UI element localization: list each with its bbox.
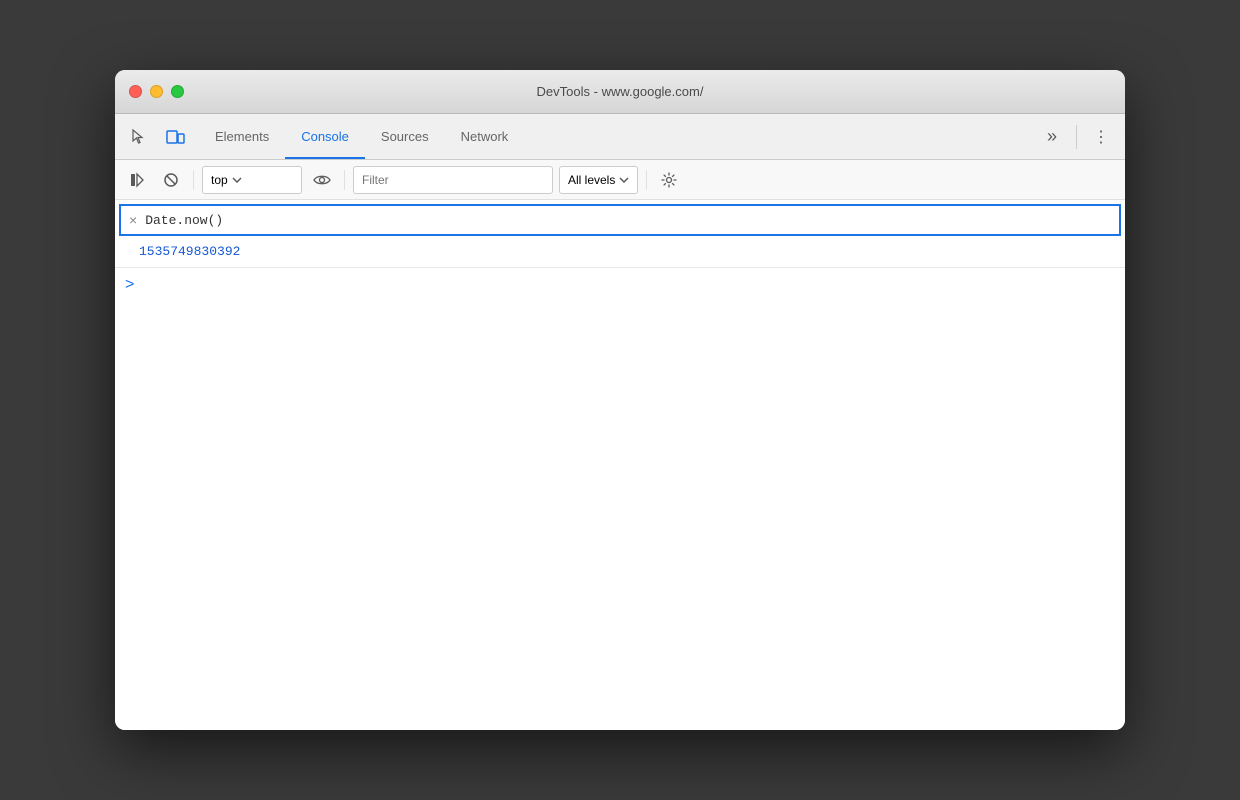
command-entry: × Date.now() 1535749830392: [115, 200, 1125, 268]
command-result-row: 1535749830392: [115, 240, 1125, 267]
console-input[interactable]: [140, 278, 1115, 293]
toolbar-icons: [123, 121, 191, 153]
clear-console-button[interactable]: [157, 166, 185, 194]
command-close-button[interactable]: ×: [129, 212, 137, 228]
inspect-element-button[interactable]: [123, 121, 155, 153]
gear-icon: [661, 172, 677, 188]
toolbar-separator-1: [193, 170, 194, 190]
traffic-lights: [129, 85, 184, 98]
prompt-row: >: [115, 268, 1125, 302]
command-text: Date.now(): [145, 213, 1111, 228]
tab-toolbar: Elements Console Sources Network » ⋮: [115, 114, 1125, 160]
command-result-value: 1535749830392: [139, 244, 240, 259]
tab-list: Elements Console Sources Network: [199, 114, 1036, 159]
play-icon: [129, 172, 145, 188]
toolbar-right: » ⋮: [1036, 121, 1117, 153]
dropdown-arrow-icon: [232, 177, 242, 183]
tab-sources[interactable]: Sources: [365, 114, 445, 159]
tab-console[interactable]: Console: [285, 114, 365, 159]
eye-icon: [313, 174, 331, 186]
settings-button[interactable]: [655, 166, 683, 194]
tab-network[interactable]: Network: [445, 114, 525, 159]
toolbar-separator-3: [646, 170, 647, 190]
prompt-chevron: >: [125, 276, 134, 294]
command-input-row[interactable]: × Date.now(): [119, 204, 1121, 236]
close-button[interactable]: [129, 85, 142, 98]
log-level-arrow-icon: [619, 177, 629, 183]
kebab-menu-button[interactable]: ⋮: [1085, 121, 1117, 153]
toolbar-divider: [1076, 125, 1077, 149]
toolbar-separator-2: [344, 170, 345, 190]
block-icon: [163, 172, 179, 188]
title-bar: DevTools - www.google.com/: [115, 70, 1125, 114]
maximize-button[interactable]: [171, 85, 184, 98]
console-main: × Date.now() 1535749830392 >: [115, 200, 1125, 730]
console-toolbar: top All levels: [115, 160, 1125, 200]
filter-input[interactable]: [353, 166, 553, 194]
devtools-window: DevTools - www.google.com/ Elements: [115, 70, 1125, 730]
device-icon: [165, 128, 185, 146]
execute-script-button[interactable]: [123, 166, 151, 194]
window-title: DevTools - www.google.com/: [537, 84, 704, 99]
context-selector[interactable]: top: [202, 166, 302, 194]
device-toolbar-button[interactable]: [159, 121, 191, 153]
cursor-icon: [130, 128, 148, 146]
minimize-button[interactable]: [150, 85, 163, 98]
more-tabs-button[interactable]: »: [1036, 121, 1068, 153]
log-level-selector[interactable]: All levels: [559, 166, 638, 194]
tab-elements[interactable]: Elements: [199, 114, 285, 159]
live-expressions-button[interactable]: [308, 166, 336, 194]
